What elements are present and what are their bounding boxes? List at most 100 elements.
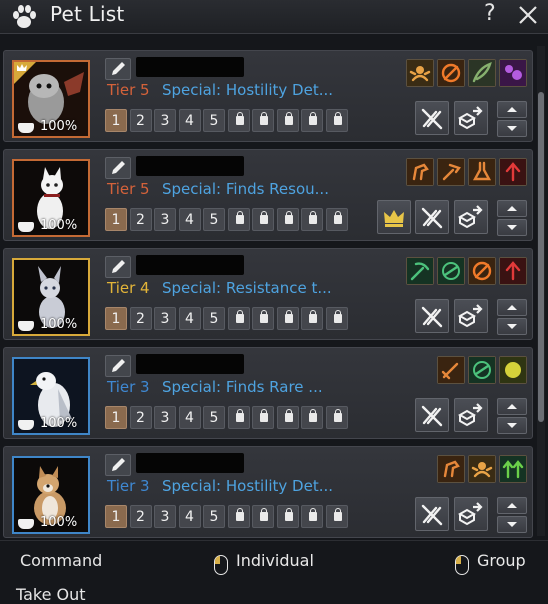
move-up-button[interactable] [497, 101, 527, 118]
redacted-pet-name [136, 57, 244, 77]
locked-skill-slot [252, 307, 274, 330]
move-down-button[interactable] [497, 318, 527, 335]
exchange-button[interactable] [454, 398, 488, 432]
move-up-button[interactable] [497, 398, 527, 415]
skill-slot-5[interactable]: 5 [203, 505, 225, 528]
pet-card[interactable]: 100% Tier 3 Special: Finds Rare ... 1 2 3 4 5 [3, 347, 533, 439]
pet-card[interactable]: 100% Tier 5 Special: Finds Resou... 1 2 3 4 5 [3, 149, 533, 241]
lock-icon [333, 112, 342, 125]
skill-slot-3[interactable]: 3 [154, 307, 176, 330]
move-up-button[interactable] [497, 200, 527, 217]
move-down-button[interactable] [497, 516, 527, 533]
exchange-button[interactable] [454, 497, 488, 531]
pet-card[interactable]: 100% Tier 4 Special: Resistance t... 1 2 3 4 5 [3, 248, 533, 340]
skill-slot-1[interactable]: 1 [105, 109, 127, 132]
rename-button[interactable] [105, 355, 131, 377]
skill-slot-3[interactable]: 3 [154, 406, 176, 429]
pet-card[interactable]: 100% Tier 3 Special: Hostility Det... 1 2 3 4 5 [3, 446, 533, 538]
command-label: Command [20, 551, 103, 570]
skill-slot-2[interactable]: 2 [129, 307, 152, 330]
pet-tier: Tier 5 [107, 81, 150, 99]
exchange-box-icon [457, 403, 483, 427]
skill-slot-2[interactable]: 2 [129, 406, 152, 429]
exchange-button[interactable] [454, 299, 488, 333]
food-bowl-icon [18, 222, 34, 232]
pet-portrait[interactable]: 100% [12, 60, 90, 138]
disable-skill-icon [421, 306, 443, 328]
arrow-up-icon [507, 503, 517, 508]
hunger-value: 100% [40, 515, 78, 530]
skill-slot-1[interactable]: 1 [105, 307, 127, 330]
individual-command-button[interactable]: Individual [236, 551, 314, 570]
disable-skill-icon [421, 207, 443, 229]
locked-skill-slot [227, 307, 250, 330]
hunger-indicator: 100% [16, 515, 88, 531]
skill-slot-5[interactable]: 5 [203, 307, 225, 330]
exchange-button[interactable] [454, 101, 488, 135]
disable-skills-button[interactable] [415, 200, 449, 234]
lock-icon [284, 508, 293, 521]
skill-slot-4[interactable]: 4 [178, 109, 201, 132]
pet-portrait[interactable]: 100% [12, 357, 90, 435]
lock-icon [309, 112, 317, 125]
disable-skills-button[interactable] [415, 101, 449, 135]
locked-skill-slot [325, 109, 348, 132]
close-icon[interactable] [516, 3, 540, 27]
rename-button[interactable] [105, 157, 131, 179]
skill-slot-3[interactable]: 3 [154, 208, 176, 231]
skill-slot-1[interactable]: 1 [105, 505, 127, 528]
locked-skill-slot [325, 406, 348, 429]
skill-slot-2[interactable]: 2 [129, 109, 152, 132]
locked-skill-slot [325, 208, 348, 231]
move-down-button[interactable] [497, 417, 527, 434]
exchange-button[interactable] [454, 200, 488, 234]
lock-icon [260, 310, 268, 323]
rename-button[interactable] [105, 58, 131, 80]
set-leader-button[interactable] [377, 200, 411, 234]
pet-portrait[interactable]: 100% [12, 456, 90, 534]
exchange-box-icon [457, 205, 483, 229]
locked-skill-slot [301, 208, 323, 231]
pet-card[interactable]: 100% Tier 5 Special: Hostility Det... 1 2 3 4 5 [3, 50, 533, 142]
scrollbar-thumb[interactable] [538, 92, 544, 422]
lock-icon [309, 310, 317, 323]
locked-skill-slot [227, 208, 250, 231]
take-out-label[interactable]: Take Out [16, 585, 86, 604]
rename-button[interactable] [105, 454, 131, 476]
skill-slot-3[interactable]: 3 [154, 109, 176, 132]
mouse-left-icon [214, 555, 228, 575]
pet-special-skill: Special: Resistance t... [162, 279, 332, 297]
disable-skills-button[interactable] [415, 299, 449, 333]
skill-slot-4[interactable]: 4 [178, 307, 201, 330]
skill-slot-2[interactable]: 2 [129, 208, 152, 231]
hunger-indicator: 100% [16, 218, 88, 234]
disable-skills-button[interactable] [415, 497, 449, 531]
move-up-button[interactable] [497, 299, 527, 316]
move-down-button[interactable] [497, 120, 527, 137]
hammer-icon [437, 158, 465, 186]
pet-portrait[interactable]: 100% [12, 258, 90, 336]
skill-slot-1[interactable]: 1 [105, 406, 127, 429]
pet-portrait[interactable]: 100% [12, 159, 90, 237]
skill-slot-5[interactable]: 5 [203, 208, 225, 231]
skill-slot-2[interactable]: 2 [129, 505, 152, 528]
locked-skill-slot [325, 505, 348, 528]
disable-skills-button[interactable] [415, 398, 449, 432]
move-up-button[interactable] [497, 497, 527, 514]
move-down-button[interactable] [497, 219, 527, 236]
group-command-button[interactable]: Group [477, 551, 526, 570]
skill-slot-4[interactable]: 4 [178, 505, 201, 528]
green-dash-icon [468, 356, 496, 384]
rename-button[interactable] [105, 256, 131, 278]
green-dash-icon [437, 257, 465, 285]
purple-pet-icon [499, 59, 527, 87]
skill-slot-5[interactable]: 5 [203, 406, 225, 429]
help-button[interactable]: ? [484, 1, 496, 26]
skill-slot-5[interactable]: 5 [203, 109, 225, 132]
skill-slot-4[interactable]: 4 [178, 208, 201, 231]
skill-slot-1[interactable]: 1 [105, 208, 127, 231]
skill-slot-4[interactable]: 4 [178, 406, 201, 429]
exchange-box-icon [457, 304, 483, 328]
paw-icon [13, 5, 36, 28]
skill-slot-3[interactable]: 3 [154, 505, 176, 528]
